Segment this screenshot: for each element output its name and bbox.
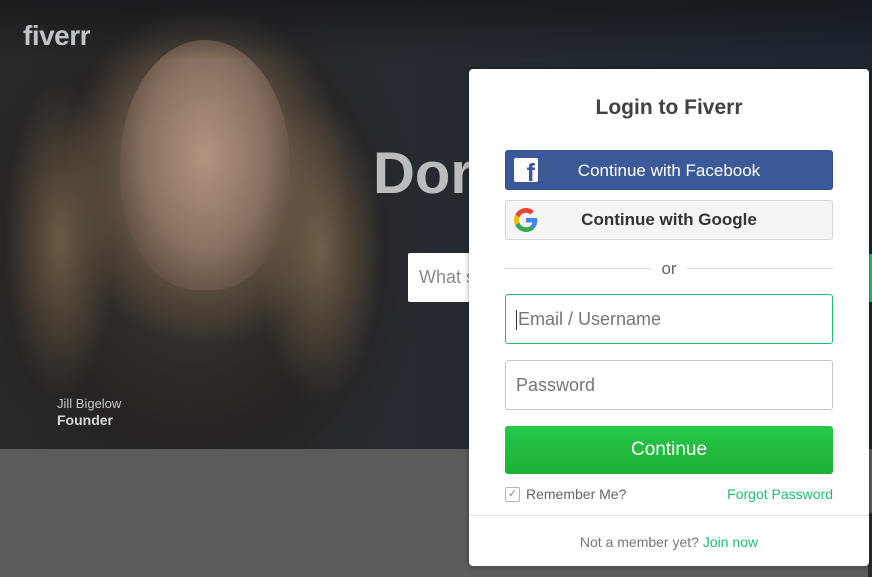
modal-footer-divider [469, 515, 869, 516]
facebook-button-label: Continue with Facebook [577, 161, 761, 180]
remember-me-label: Remember Me? [526, 486, 627, 502]
continue-with-facebook-button[interactable]: f Continue with Facebook [505, 150, 833, 190]
join-now-link[interactable]: Join now [703, 534, 758, 550]
password-placeholder: Password [516, 375, 596, 395]
hero-caption-role: Founder [57, 412, 113, 428]
hero-top-shade [0, 0, 872, 60]
hero-caption-name: Jill Bigelow [57, 396, 122, 411]
fiverr-logo[interactable]: fiverr [23, 20, 91, 52]
hero-photo-hair-right [260, 60, 420, 440]
password-input[interactable]: Password [505, 360, 833, 410]
remember-me-checkbox[interactable]: ✓ [505, 486, 520, 502]
continue-button[interactable]: Continue [505, 426, 833, 474]
divider-line-right [687, 268, 833, 269]
email-username-input[interactable]: Email / Username [505, 294, 833, 344]
remember-me[interactable]: ✓ Remember Me? [505, 486, 626, 502]
hero-headline: Dor [373, 141, 473, 206]
or-divider: or [505, 258, 833, 278]
continue-with-google-button[interactable]: Continue with Google [505, 200, 833, 240]
modal-footer: Not a member yet? Join now [469, 534, 869, 550]
facebook-icon: f [514, 158, 538, 182]
footer-prompt: Not a member yet? [579, 534, 699, 550]
hero-photo-hair-left [0, 40, 130, 440]
google-icon [514, 208, 538, 232]
modal-title: Login to Fiverr [595, 96, 743, 119]
forgot-password-link[interactable]: Forgot Password [727, 486, 833, 502]
google-button-label: Continue with Google [581, 210, 757, 229]
login-modal: Login to Fiverr f Continue with Facebook… [469, 69, 869, 566]
divider-or-text: or [661, 259, 677, 278]
hero-photo-face [120, 40, 290, 290]
text-caret [516, 310, 517, 331]
email-placeholder: Email / Username [518, 309, 662, 329]
